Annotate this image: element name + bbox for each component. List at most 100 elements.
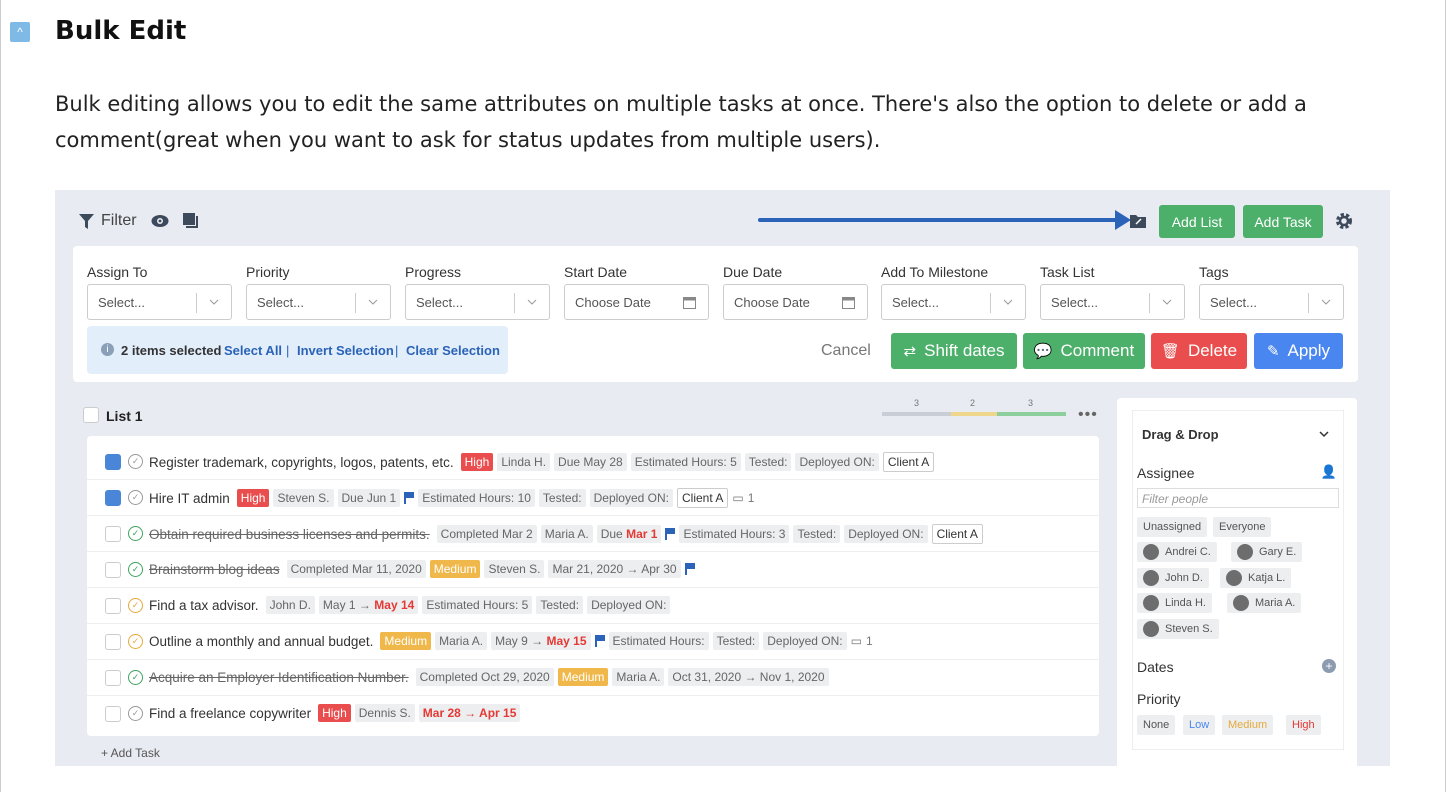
- status-in-progress-icon[interactable]: ✓: [128, 598, 143, 613]
- person-chip[interactable]: Andrei C.: [1137, 542, 1217, 562]
- assignee-chip: John D.: [265, 596, 315, 614]
- task-row[interactable]: ✓ Outline a monthly and annual budget. M…: [87, 624, 1099, 660]
- person-chip[interactable]: Katja L.: [1220, 568, 1292, 588]
- apply-button[interactable]: ✎ Apply: [1254, 333, 1343, 369]
- milestone-select[interactable]: Select...: [881, 284, 1026, 320]
- priority-select[interactable]: Select...: [246, 284, 391, 320]
- status-done-icon[interactable]: ✓: [128, 562, 143, 577]
- list-checkbox[interactable]: [83, 407, 99, 423]
- task-title[interactable]: Acquire an Employer Identification Numbe…: [149, 670, 409, 685]
- filter-label[interactable]: Filter: [101, 212, 137, 230]
- task-title[interactable]: Brainstorm blog ideas: [149, 562, 280, 577]
- task-list: ✓ Register trademark, copyrights, logos,…: [87, 436, 1099, 736]
- task-list-select[interactable]: Select...: [1040, 284, 1185, 320]
- avatar: [1226, 570, 1242, 586]
- copy-icon[interactable]: [183, 213, 199, 229]
- more-icon[interactable]: •••: [1078, 406, 1098, 424]
- chevron-down-icon: [1162, 299, 1172, 305]
- person-chip[interactable]: Linda H.: [1137, 593, 1212, 613]
- overdue-date: Mar 1: [626, 527, 658, 541]
- due-date-picker[interactable]: Choose Date: [723, 284, 868, 320]
- task-checkbox[interactable]: [105, 598, 121, 614]
- clear-selection-link[interactable]: Clear Selection: [406, 343, 500, 358]
- chevron-down-icon[interactable]: [1319, 429, 1329, 439]
- priority-chip-low[interactable]: Low: [1183, 715, 1216, 735]
- status-icon[interactable]: ✓: [128, 454, 143, 469]
- task-title[interactable]: Hire IT admin: [149, 491, 230, 506]
- status-icon[interactable]: ✓: [128, 706, 143, 721]
- chevron-down-icon: [1321, 299, 1331, 305]
- priority-label: Priority: [1137, 691, 1181, 707]
- calendar-icon: [842, 297, 855, 309]
- add-task-button[interactable]: Add Task: [1243, 205, 1323, 238]
- avatar: [1237, 544, 1253, 560]
- task-title[interactable]: Find a freelance copywriter: [149, 706, 311, 721]
- person-chip[interactable]: John D.: [1137, 568, 1209, 588]
- task-row[interactable]: ✓ Hire IT admin High Steven S. Due Jun 1…: [87, 480, 1099, 516]
- person-chip[interactable]: Steven S.: [1137, 619, 1219, 639]
- task-checkbox[interactable]: [105, 670, 121, 686]
- task-checkbox[interactable]: [105, 490, 121, 506]
- client-chip: Client A: [677, 488, 729, 508]
- person-chip[interactable]: Gary E.: [1231, 542, 1303, 562]
- task-row[interactable]: ✓ Acquire an Employer Identification Num…: [87, 660, 1099, 696]
- task-checkbox[interactable]: [105, 706, 121, 722]
- task-row[interactable]: ✓ Brainstorm blog ideas Completed Mar 11…: [87, 552, 1099, 588]
- task-title[interactable]: Register trademark, copyrights, logos, p…: [149, 455, 454, 470]
- status-in-progress-icon[interactable]: ✓: [128, 634, 143, 649]
- priority-chip-high[interactable]: High: [1286, 715, 1321, 735]
- shift-dates-button[interactable]: ⇄ Shift dates: [891, 333, 1017, 369]
- task-row[interactable]: ✓ Obtain required business licenses and …: [87, 516, 1099, 552]
- assign-to-select[interactable]: Select...: [87, 284, 232, 320]
- select-all-link[interactable]: Select All: [224, 343, 282, 358]
- progress-select[interactable]: Select...: [405, 284, 550, 320]
- filter-icon[interactable]: [79, 214, 94, 229]
- comment-button[interactable]: 💬 Comment: [1023, 333, 1145, 369]
- date-range-chip: May 9 → May 15: [491, 632, 591, 650]
- filter-people-input[interactable]: Filter people: [1137, 488, 1339, 508]
- collapse-toggle-icon[interactable]: ^: [10, 22, 30, 42]
- status-done-icon[interactable]: ✓: [128, 670, 143, 685]
- completed-chip: Completed Mar 11, 2020: [286, 560, 426, 578]
- group-chip-unassigned[interactable]: Unassigned: [1137, 517, 1208, 537]
- task-checkbox[interactable]: [105, 526, 121, 542]
- add-person-icon[interactable]: 👤: [1321, 464, 1337, 479]
- add-date-icon[interactable]: +: [1322, 659, 1336, 673]
- task-checkbox[interactable]: [105, 562, 121, 578]
- task-title[interactable]: Outline a monthly and annual budget.: [149, 634, 373, 649]
- progress-segment: [997, 412, 1066, 416]
- separator: |: [395, 343, 399, 358]
- task-row[interactable]: ✓ Register trademark, copyrights, logos,…: [87, 444, 1099, 480]
- tags-select[interactable]: Select...: [1199, 284, 1344, 320]
- drag-drop-sidebar: Drag & Drop Assignee 👤 Filter people Una…: [1117, 398, 1357, 766]
- completed-chip: Completed Oct 29, 2020: [415, 668, 554, 686]
- start-date-picker[interactable]: Choose Date: [564, 284, 709, 320]
- assignee-chip: Linda H.: [497, 453, 551, 471]
- add-list-button[interactable]: Add List: [1159, 205, 1235, 238]
- group-chip-everyone[interactable]: Everyone: [1213, 517, 1272, 537]
- priority-chip-medium[interactable]: Medium: [1222, 715, 1274, 735]
- add-task-link[interactable]: + Add Task: [101, 746, 160, 760]
- cancel-button[interactable]: Cancel: [821, 342, 871, 360]
- shift-arrows-icon: ⇄: [903, 343, 917, 360]
- gear-icon[interactable]: [1335, 212, 1353, 230]
- folder-icon[interactable]: [1130, 213, 1146, 228]
- task-checkbox[interactable]: [105, 634, 121, 650]
- filter-label-priority: Priority: [246, 264, 290, 280]
- status-done-icon[interactable]: ✓: [128, 526, 143, 541]
- priority-badge: Medium: [557, 668, 609, 686]
- priority-chip-none[interactable]: None: [1137, 715, 1176, 735]
- task-title[interactable]: Find a tax advisor.: [149, 598, 259, 613]
- invert-selection-link[interactable]: Invert Selection: [297, 343, 394, 358]
- task-checkbox[interactable]: [105, 454, 121, 470]
- task-row[interactable]: ✓ Find a freelance copywriter High Denni…: [87, 696, 1099, 732]
- filter-label-progress: Progress: [405, 264, 462, 280]
- person-chip[interactable]: Maria A.: [1227, 593, 1302, 613]
- chevron-down-icon: [1003, 299, 1013, 305]
- task-row[interactable]: ✓ Find a tax advisor. John D. May 1 → Ma…: [87, 588, 1099, 624]
- eye-icon[interactable]: [151, 214, 169, 228]
- delete-button[interactable]: 🗑 Delete: [1151, 333, 1247, 369]
- task-title[interactable]: Obtain required business licenses and pe…: [149, 527, 430, 542]
- progress-segment: [882, 412, 951, 416]
- status-icon[interactable]: ✓: [128, 490, 143, 505]
